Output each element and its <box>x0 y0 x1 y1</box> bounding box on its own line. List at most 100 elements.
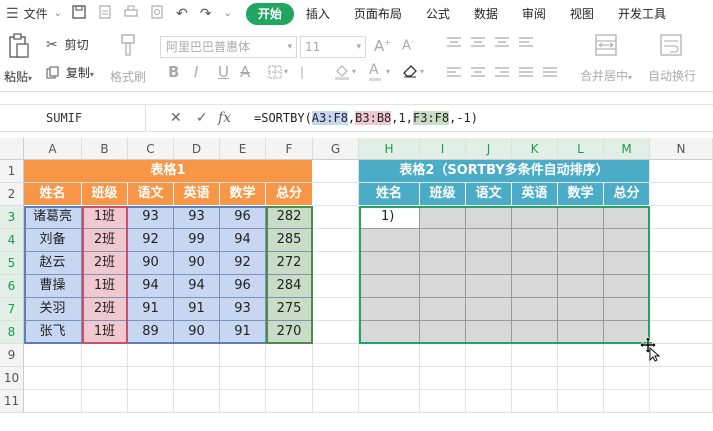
grid-cell[interactable] <box>313 252 359 275</box>
table2-cell[interactable] <box>466 229 512 252</box>
grid-cell[interactable] <box>512 344 558 367</box>
spreadsheet-grid[interactable]: A B C D E F G H I J K L M N 1 2 3 4 5 6 7 8 9 10 11 表格1 姓名 班级 语文 英语 数学… <box>0 138 713 431</box>
grid-cell[interactable] <box>359 390 420 413</box>
clear-format-icon[interactable] <box>402 64 418 81</box>
grid-cell[interactable] <box>82 344 128 367</box>
table2-cell[interactable] <box>512 229 558 252</box>
column-header-M[interactable]: M <box>604 138 650 160</box>
decrease-font-icon[interactable]: A- <box>402 37 414 53</box>
grid-cell[interactable] <box>266 390 313 413</box>
table2-cell[interactable] <box>558 229 604 252</box>
table2-cell[interactable] <box>604 252 650 275</box>
column-header-I[interactable]: I <box>420 138 466 160</box>
table1-cell[interactable]: 1班 <box>82 206 128 229</box>
grid-cell[interactable] <box>466 390 512 413</box>
table2-cell[interactable] <box>558 206 604 229</box>
table1-cell[interactable]: 282 <box>266 206 313 229</box>
undo-icon[interactable]: ↶ <box>176 6 188 22</box>
chevron-down-icon[interactable]: ▾ <box>420 67 424 76</box>
merge-center-button[interactable]: 合并居中▾ <box>580 67 632 84</box>
align-center-icon[interactable] <box>470 67 486 82</box>
table1-cell[interactable]: 93 <box>220 298 266 321</box>
grid-cell[interactable] <box>512 390 558 413</box>
grid-cell[interactable] <box>266 344 313 367</box>
grid-cell[interactable] <box>313 390 359 413</box>
row-header-8[interactable]: 8 <box>0 321 24 344</box>
table2-cell[interactable] <box>359 229 420 252</box>
grid-cell[interactable] <box>359 344 420 367</box>
grid-cell[interactable] <box>313 321 359 344</box>
align-bottom-icon[interactable] <box>494 37 510 52</box>
redo-icon[interactable]: ↷ <box>200 6 212 22</box>
row-header-3[interactable]: 3 <box>0 206 24 229</box>
table2-cell[interactable] <box>604 206 650 229</box>
table2-cell[interactable] <box>512 275 558 298</box>
row-header-6[interactable]: 6 <box>0 275 24 298</box>
column-header-G[interactable]: G <box>313 138 359 160</box>
table2-cell[interactable] <box>420 229 466 252</box>
grid-cell[interactable] <box>24 344 82 367</box>
grid-cell[interactable] <box>220 390 266 413</box>
row-header-2[interactable]: 2 <box>0 183 24 206</box>
save-icon[interactable] <box>72 4 86 23</box>
table2-cell[interactable] <box>420 321 466 344</box>
table2-cell[interactable] <box>466 321 512 344</box>
table2-cell[interactable] <box>558 252 604 275</box>
row-header-9[interactable]: 9 <box>0 344 24 367</box>
align-right-icon[interactable] <box>494 67 510 82</box>
table2-cell[interactable] <box>604 229 650 252</box>
grid-cell[interactable] <box>512 367 558 390</box>
font-color-icon[interactable]: A <box>369 62 381 81</box>
row-header-7[interactable]: 7 <box>0 298 24 321</box>
table2-cell[interactable] <box>604 275 650 298</box>
table2-cell[interactable] <box>512 206 558 229</box>
align-left-icon[interactable] <box>446 67 462 82</box>
table1-cell[interactable]: 272 <box>266 252 313 275</box>
grid-cell[interactable] <box>82 367 128 390</box>
cut-button[interactable]: ✂ 剪切 <box>46 36 89 53</box>
confirm-icon[interactable]: ✓ <box>196 105 208 131</box>
table2-cell[interactable] <box>512 252 558 275</box>
wrap-text-label[interactable]: 自动换行 <box>648 67 696 84</box>
table1-cell[interactable]: 91 <box>128 298 174 321</box>
grid-cell[interactable] <box>220 367 266 390</box>
table1-cell[interactable]: 90 <box>174 321 220 344</box>
file-menu[interactable]: ☰ 文件 ⌄ <box>6 5 62 22</box>
grid-cell[interactable] <box>174 367 220 390</box>
grid-cell[interactable] <box>420 344 466 367</box>
row-header-11[interactable]: 11 <box>0 390 24 413</box>
grid-cell[interactable] <box>650 160 713 183</box>
table1-cell[interactable]: 99 <box>174 229 220 252</box>
tab-formulas[interactable]: 公式 <box>414 3 462 25</box>
print-icon[interactable] <box>124 5 138 23</box>
grid-cell[interactable] <box>313 183 359 206</box>
export-pdf-icon[interactable] <box>98 4 112 23</box>
format-painter-label[interactable]: 格式刷 <box>110 68 146 85</box>
fill-color-icon[interactable] <box>334 64 350 83</box>
table2-cell[interactable] <box>466 252 512 275</box>
grid-cell[interactable] <box>466 344 512 367</box>
grid-cell[interactable] <box>82 390 128 413</box>
strikethrough-icon[interactable]: A <box>240 63 250 81</box>
column-header-B[interactable]: B <box>82 138 128 160</box>
grid-cell[interactable] <box>128 367 174 390</box>
table1-cell[interactable]: 92 <box>220 252 266 275</box>
table1-cell[interactable]: 诸葛亮 <box>24 206 82 229</box>
table2-cell[interactable] <box>359 275 420 298</box>
column-header-J[interactable]: J <box>466 138 512 160</box>
column-header-F[interactable]: F <box>266 138 313 160</box>
paint-brush-icon[interactable] <box>119 33 137 60</box>
align-middle-icon[interactable] <box>470 37 486 52</box>
column-header-C[interactable]: C <box>128 138 174 160</box>
table1-cell[interactable]: 89 <box>128 321 174 344</box>
table2-cell[interactable] <box>512 298 558 321</box>
more-chevron-icon[interactable]: ⌄ <box>223 8 231 19</box>
table1-cell[interactable]: 94 <box>220 229 266 252</box>
table1-cell[interactable]: 275 <box>266 298 313 321</box>
grid-cell[interactable] <box>650 183 713 206</box>
chevron-down-icon[interactable]: ▾ <box>352 67 356 76</box>
grid-cell[interactable] <box>313 160 359 183</box>
table1-cell[interactable]: 91 <box>220 321 266 344</box>
paste-button[interactable]: 粘贴▾ <box>4 68 32 85</box>
table1-cell[interactable]: 90 <box>128 252 174 275</box>
